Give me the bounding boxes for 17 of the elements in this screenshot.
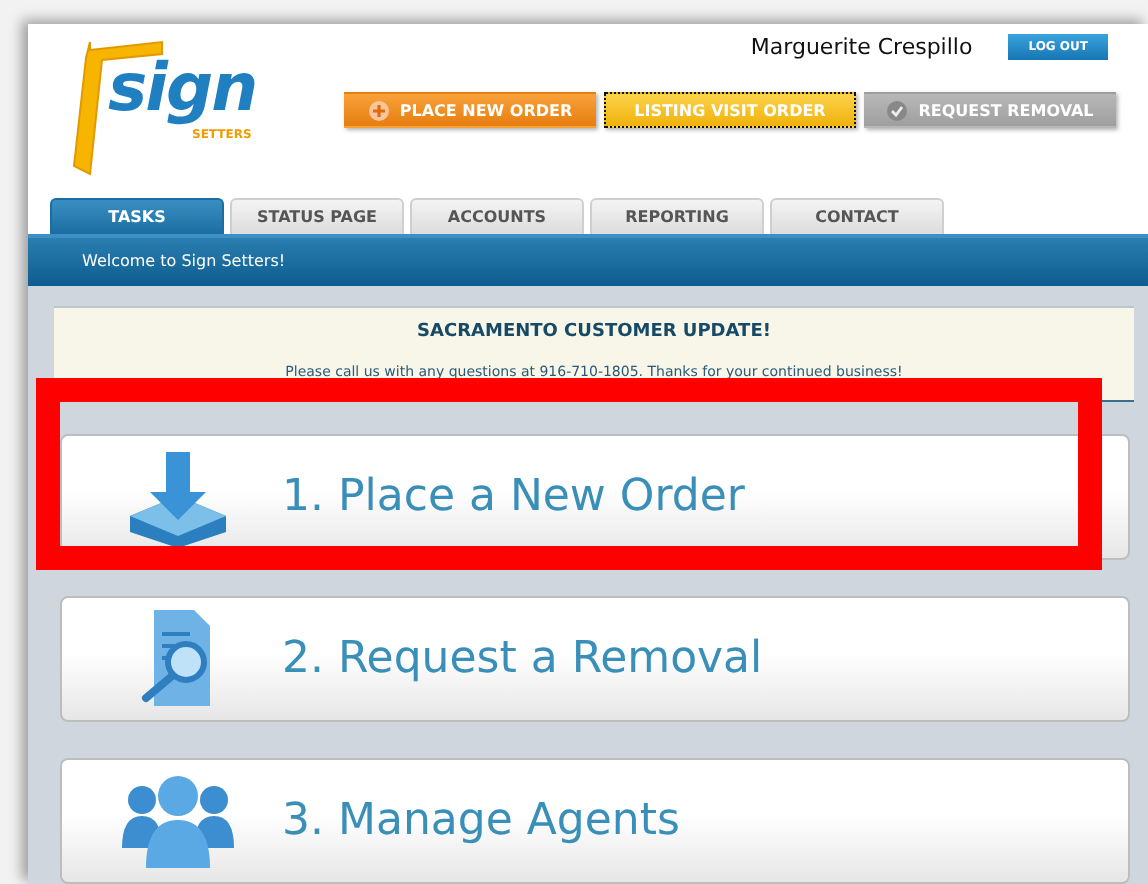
nav-tab[interactable]: TASKS <box>50 197 224 234</box>
check-icon <box>886 99 909 121</box>
nav-tab[interactable]: CONTACT <box>770 197 944 234</box>
welcome-text: Welcome to Sign Setters! <box>82 252 286 271</box>
nav-tab[interactable]: STATUS PAGE <box>230 197 404 234</box>
notice-title: SACRAMENTO CUSTOMER UPDATE! <box>417 322 771 342</box>
action-button[interactable]: REQUEST REMOVAL <box>864 92 1116 128</box>
action-button[interactable]: PLACE NEW ORDER <box>344 92 596 128</box>
user-name: Marguerite Crespillo <box>750 34 973 60</box>
plus-icon <box>367 99 390 121</box>
task-button[interactable]: 2. Request a Removal <box>60 596 1130 722</box>
task-button[interactable]: 3. Manage Agents <box>60 758 1130 884</box>
download-icon <box>126 447 230 547</box>
nav-tab[interactable]: ACCOUNTS <box>410 197 584 234</box>
nav-tab[interactable]: REPORTING <box>590 197 764 234</box>
logo-word: sign <box>108 48 257 126</box>
people-icon <box>122 771 234 871</box>
